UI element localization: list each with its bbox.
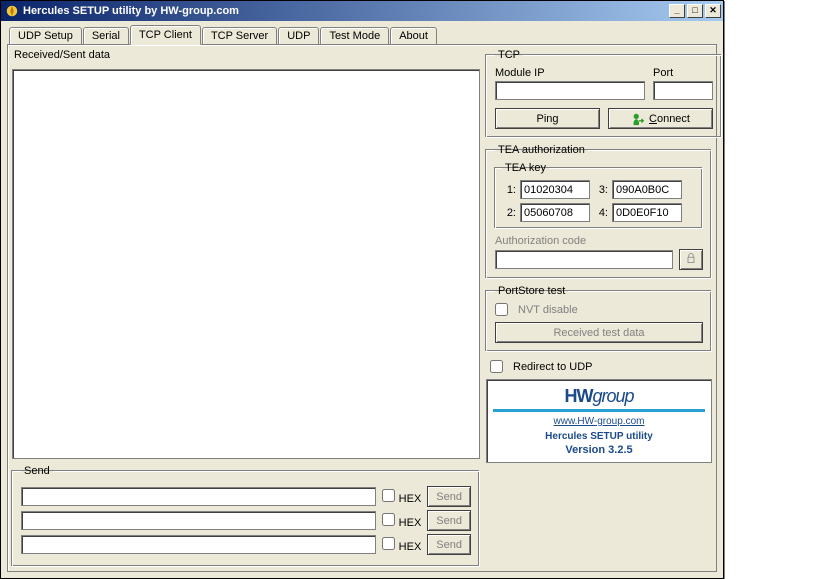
logo-url[interactable]: www.HW-group.com <box>493 416 705 427</box>
tab-tcp-client[interactable]: TCP Client <box>130 25 201 45</box>
received-sent-textarea[interactable] <box>12 69 480 459</box>
authcode-label: Authorization code <box>495 235 586 247</box>
tab-tcp-server[interactable]: TCP Server <box>202 27 277 44</box>
tab-udp[interactable]: UDP <box>278 27 319 44</box>
authcode-input[interactable] <box>495 250 673 269</box>
logo-version: Version 3.2.5 <box>493 444 705 456</box>
titlebar: Hercules SETUP utility by HW-group.com _… <box>1 1 723 21</box>
tab-serial[interactable]: Serial <box>83 27 129 44</box>
tea-k1-input[interactable] <box>520 180 590 199</box>
send-input-2[interactable] <box>21 511 376 530</box>
logo-subtitle: Hercules SETUP utility <box>493 431 705 442</box>
tcp-group: TCP Module IP Port Pi <box>486 49 722 138</box>
send-hex-1[interactable] <box>382 489 395 502</box>
send-input-1[interactable] <box>21 487 376 506</box>
redirect-label: Redirect to UDP <box>513 361 592 373</box>
authcode-lock-button[interactable] <box>679 249 703 270</box>
tea-k2-input[interactable] <box>520 203 590 222</box>
tea-k1-label: 1: <box>502 184 516 196</box>
portstore-legend: PortStore test <box>495 285 568 297</box>
nvt-disable-label: NVT disable <box>518 304 578 316</box>
logo-brand: HWgroup <box>493 386 705 407</box>
module-ip-input[interactable] <box>495 81 645 100</box>
tea-key-legend: TEA key <box>502 162 549 174</box>
send-hex-3[interactable] <box>382 537 395 550</box>
tab-about[interactable]: About <box>390 27 437 44</box>
ping-button[interactable]: Ping <box>495 108 600 129</box>
redirect-checkbox[interactable] <box>490 360 503 373</box>
connect-button[interactable]: Connect <box>608 108 713 129</box>
send-input-3[interactable] <box>21 535 376 554</box>
window-title: Hercules SETUP utility by HW-group.com <box>23 5 667 17</box>
tea-k3-label: 3: <box>594 184 608 196</box>
send-legend: Send <box>21 465 53 477</box>
logo-box: HWgroup www.HW-group.com Hercules SETUP … <box>486 379 712 463</box>
send-button-2[interactable]: Send <box>427 510 471 531</box>
tab-udp-setup[interactable]: UDP Setup <box>9 27 82 44</box>
tea-k4-label: 4: <box>594 207 608 219</box>
tea-k2-label: 2: <box>502 207 516 219</box>
tab-test-mode[interactable]: Test Mode <box>320 27 389 44</box>
minimize-button[interactable]: _ <box>669 4 685 18</box>
lock-icon <box>685 252 697 264</box>
module-ip-label: Module IP <box>495 67 645 79</box>
redirect-row[interactable]: Redirect to UDP <box>490 360 712 373</box>
received-test-data-button[interactable]: Received test data <box>495 322 703 343</box>
tab-panel: Received/Sent data Send HEX Send HEX Sen <box>7 44 717 572</box>
tea-legend: TEA authorization <box>495 144 588 156</box>
logo-bar <box>493 409 705 412</box>
tea-group: TEA authorization TEA key 1: 3: 2: 4: <box>486 144 712 279</box>
tea-key-group: TEA key 1: 3: 2: 4: <box>495 162 703 229</box>
portstore-group: PortStore test NVT disable Received test… <box>486 285 712 352</box>
maximize-button[interactable]: □ <box>687 4 703 18</box>
tea-k3-input[interactable] <box>612 180 682 199</box>
send-hex-2[interactable] <box>382 513 395 526</box>
nvt-disable-checkbox[interactable] <box>495 303 508 316</box>
tea-k4-input[interactable] <box>612 203 682 222</box>
port-label: Port <box>653 67 713 79</box>
send-group: Send HEX Send HEX Send <box>12 465 480 567</box>
connect-icon <box>631 112 645 126</box>
received-label: Received/Sent data <box>14 49 480 61</box>
send-button-1[interactable]: Send <box>427 486 471 507</box>
tab-strip: UDP Setup Serial TCP Client TCP Server U… <box>7 25 717 44</box>
close-button[interactable]: ✕ <box>705 4 721 18</box>
tcp-legend: TCP <box>495 49 523 61</box>
app-window: Hercules SETUP utility by HW-group.com _… <box>0 0 724 579</box>
port-input[interactable] <box>653 81 713 100</box>
app-icon <box>5 4 19 18</box>
nvt-disable-row[interactable]: NVT disable <box>495 303 703 316</box>
send-button-3[interactable]: Send <box>427 534 471 555</box>
